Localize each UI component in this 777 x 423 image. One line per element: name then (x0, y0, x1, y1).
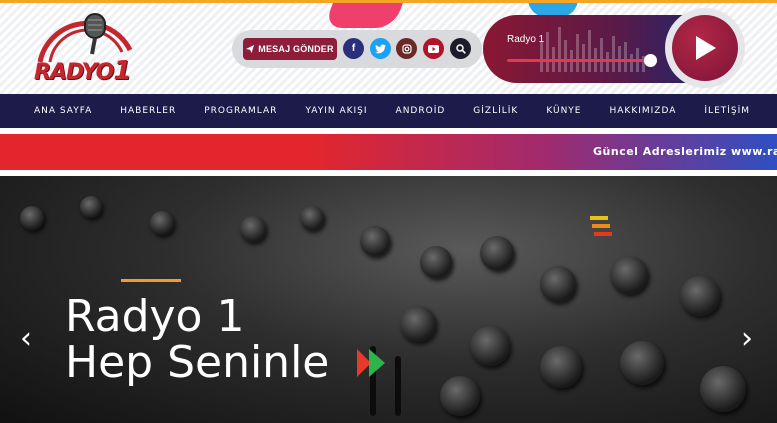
hero-title-line2-text: Hep Seninle (65, 337, 330, 388)
volume-slider[interactable] (507, 59, 652, 62)
twitter-icon (375, 44, 386, 53)
hero-slider: Radyo 1 Hep Seninle ‹ › (0, 176, 777, 423)
equalizer-graphic (540, 27, 645, 72)
hero-title-line1: Radyo 1 (65, 291, 245, 342)
main-navigation: ANA SAYFA HABERLER PROGRAMLAR YAYIN AKIŞ… (0, 94, 777, 128)
hero-accent-bar (121, 279, 181, 282)
twitter-button[interactable] (370, 38, 391, 59)
search-button[interactable] (450, 38, 471, 59)
play-icon (696, 36, 716, 60)
ticker-text[interactable]: Güncel Adreslerimiz www.rad (593, 145, 777, 158)
facebook-icon: f (351, 43, 356, 54)
instagram-button[interactable] (396, 38, 417, 59)
nav-item-privacy[interactable]: GİZLİLİK (459, 106, 532, 116)
play-arrows-icon (357, 349, 386, 377)
send-message-button[interactable]: MESAJ GÖNDER (243, 38, 337, 60)
facebook-button[interactable]: f (343, 38, 364, 59)
nav-item-android[interactable]: ANDROİD (382, 106, 460, 116)
nav-item-home[interactable]: ANA SAYFA (20, 106, 106, 116)
youtube-button[interactable] (423, 38, 444, 59)
slider-next-arrow-icon[interactable]: › (741, 321, 753, 356)
news-ticker: Güncel Adreslerimiz www.rad (0, 134, 777, 170)
nav-item-contact[interactable]: İLETİŞİM (690, 106, 764, 116)
slider-prev-arrow-icon[interactable]: ‹ (20, 321, 32, 356)
decorative-shape (323, 3, 411, 28)
hero-title-line2: Hep Seninle (65, 340, 387, 386)
send-message-label: MESAJ GÖNDER (258, 44, 334, 54)
nav-item-about[interactable]: HAKKIMIZDA (596, 106, 691, 116)
search-icon (455, 43, 466, 54)
nav-item-schedule[interactable]: YAYIN AKIŞI (291, 106, 381, 116)
paper-plane-icon (246, 45, 255, 53)
instagram-icon (401, 43, 412, 54)
nav-item-imprint[interactable]: KÜNYE (532, 106, 595, 116)
nav-item-programs[interactable]: PROGRAMLAR (190, 106, 291, 116)
nav-item-news[interactable]: HABERLER (106, 106, 190, 116)
hero-title: Radyo 1 Hep Seninle (65, 294, 387, 386)
youtube-icon (428, 44, 439, 53)
volume-slider-handle[interactable] (644, 54, 657, 67)
play-button[interactable] (672, 15, 738, 81)
site-logo[interactable]: RADYO1 (30, 10, 140, 90)
logo-text: RADYO1 (34, 56, 131, 86)
station-name: Radyo 1 (507, 34, 545, 45)
